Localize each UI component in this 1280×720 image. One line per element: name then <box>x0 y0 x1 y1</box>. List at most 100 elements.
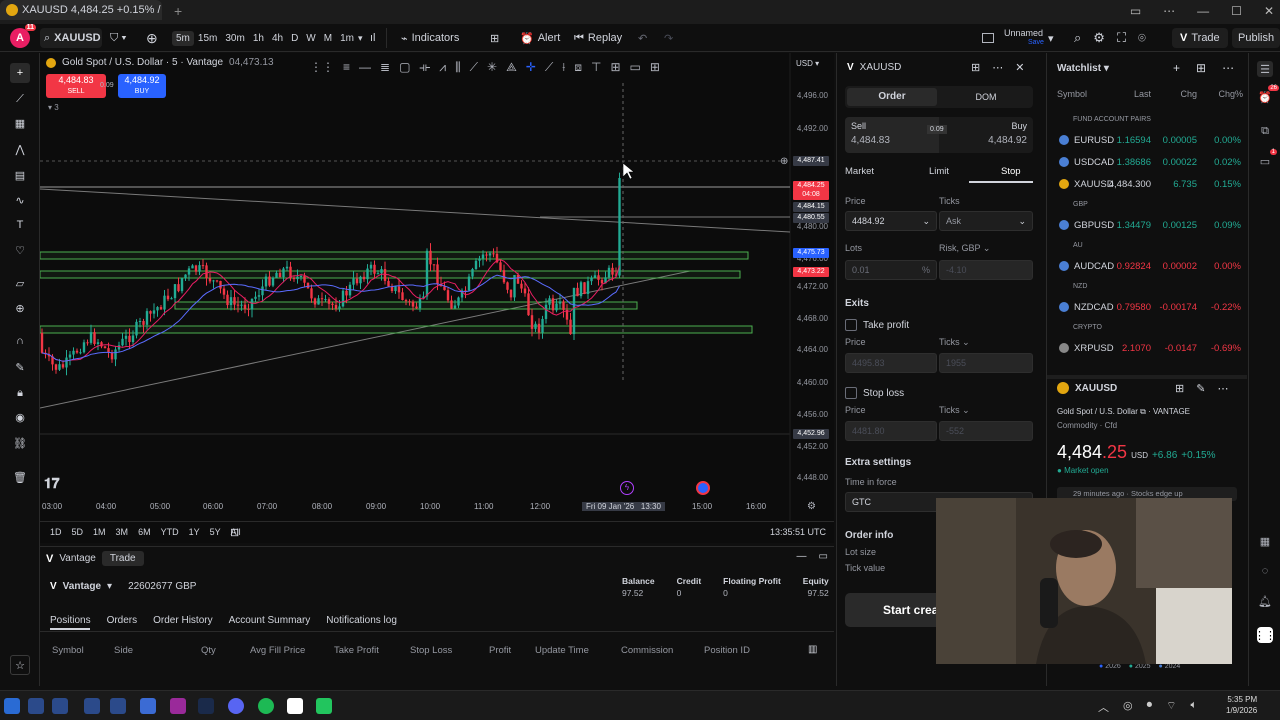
interval-W[interactable]: W <box>302 31 319 46</box>
interval-5m[interactable]: 5m <box>172 30 194 46</box>
toolbar-tool-4-icon[interactable]: ≣ <box>380 60 390 74</box>
calendar-icon[interactable]: ▦ <box>1257 533 1273 549</box>
more-icon[interactable]: ⋯ <box>1163 4 1175 18</box>
layout-switcher-icon[interactable]: ▭ <box>1130 4 1141 18</box>
bar-style-icon[interactable]: ıl <box>370 28 376 48</box>
column-header[interactable]: Profit <box>489 645 511 656</box>
taskbar-app-2-icon[interactable] <box>28 698 44 714</box>
undo-icon[interactable]: ↶ <box>638 28 647 48</box>
watchlist-icon[interactable]: ☰ <box>1257 61 1273 77</box>
watchlist-row[interactable]: AUDCAD 0.92824 0.00002 0.00% <box>1047 257 1247 277</box>
watchlist-section-header[interactable]: NZD <box>1073 283 1087 290</box>
alert-button[interactable]: ⏰ Alert <box>520 28 560 48</box>
fullscreen-icon[interactable]: ⛶ <box>1117 30 1126 46</box>
toolbar-tool-11-icon[interactable]: ⟁ <box>506 60 517 75</box>
watchlist-title[interactable]: Watchlist ▾ <box>1057 63 1109 74</box>
publish-button[interactable]: Publish <box>1232 28 1280 48</box>
risk-label[interactable]: Risk, GBP ⌄ <box>939 243 990 254</box>
close-icon[interactable]: ✕ <box>1015 61 1024 74</box>
economic-event-flag-icon[interactable] <box>696 481 710 495</box>
column-header[interactable]: Commission <box>621 645 673 656</box>
alerts-icon[interactable]: ⏰ 26 <box>1257 85 1279 105</box>
column-header[interactable]: Update Time <box>535 645 589 656</box>
settings-icon[interactable]: ⚙ <box>1093 30 1105 46</box>
tray-app-icon[interactable]: ◎ <box>1123 699 1133 715</box>
add-symbol-icon[interactable]: ⊕ <box>146 28 158 48</box>
detail-layout-icon[interactable]: ⊞ <box>1175 382 1184 395</box>
utc-clock[interactable]: 13:35:51 UTC <box>770 527 826 537</box>
symbol-search[interactable]: ⌕ XAUUSD <box>40 28 102 48</box>
range-3m[interactable]: 3M <box>116 527 129 537</box>
brush-icon[interactable]: ∿ <box>10 190 30 210</box>
column-header[interactable]: Side <box>114 645 133 656</box>
toolbar-tool-13-icon[interactable]: ⟋ <box>545 60 553 75</box>
toolbar-tool-7-icon[interactable]: ⩘ <box>439 60 446 75</box>
wifi-icon[interactable]: ⌔ <box>1166 699 1176 715</box>
panel-tab-order-history[interactable]: Order History <box>153 615 212 626</box>
templates-icon[interactable]: ⊞ <box>490 28 499 48</box>
fib-icon[interactable]: ▦ <box>10 113 30 133</box>
price-chart[interactable] <box>40 53 834 543</box>
column-header[interactable]: Stop Loss <box>410 645 452 656</box>
pencil-lock-icon[interactable]: ✎ <box>10 357 30 377</box>
user-avatar[interactable]: A 11 <box>10 24 36 48</box>
minimize-icon[interactable]: — <box>1197 4 1209 18</box>
range-1d[interactable]: 1D <box>50 527 62 537</box>
grid-tool-icon[interactable]: ▤ <box>10 165 30 185</box>
taskbar-clock[interactable]: 5:35 PM 1/9/2026 <box>1226 694 1257 716</box>
buy-button[interactable]: 4,484.92 BUY <box>118 74 166 98</box>
watchlist-section-header[interactable]: AU <box>1073 242 1083 249</box>
take-profit-checkbox[interactable]: Take profit <box>845 319 909 331</box>
interval-15m[interactable]: 15m <box>194 31 221 46</box>
order-tab[interactable]: Order <box>847 88 937 106</box>
chart-settings-icon[interactable]: ⚙ <box>807 501 816 512</box>
toolbar-tool-9-icon[interactable]: ⟋ <box>470 60 478 75</box>
order-type-limit[interactable]: Limit <box>929 166 949 177</box>
toolbar-tool-3-icon[interactable]: — <box>359 60 371 74</box>
toolbar-tool-1-icon[interactable]: ⋮⋮ <box>310 60 334 74</box>
new-tab-button[interactable]: + <box>174 3 182 19</box>
range-ytd[interactable]: YTD <box>161 527 179 537</box>
maximize-icon[interactable]: ☐ <box>1231 4 1242 18</box>
trend-line-icon[interactable]: ⟋ <box>10 89 30 109</box>
zoom-icon[interactable]: ⊕ <box>10 298 30 318</box>
maximize-panel-icon[interactable]: ▭ <box>819 551 828 562</box>
taskbar-app-7-icon[interactable] <box>170 698 186 714</box>
trash-icon[interactable]: 🗑︎ <box>10 467 30 487</box>
taskbar-app-6-icon[interactable] <box>140 698 156 714</box>
column-header[interactable]: Position ID <box>704 645 750 656</box>
lock-icon[interactable]: 🔒︎ <box>10 383 30 403</box>
interval-M[interactable]: M <box>320 31 336 46</box>
toolbar-tool-10-icon[interactable]: ✳ <box>487 60 497 74</box>
ticks-select[interactable]: Ask ⌄ <box>939 211 1033 231</box>
tradingview-taskbar-icon[interactable] <box>287 698 303 714</box>
more-icon[interactable]: ⋯ <box>1217 382 1228 395</box>
zone-rectangle[interactable] <box>40 251 749 260</box>
watchlist-layout-icon[interactable]: ⊞ <box>1196 61 1206 75</box>
stop-loss-checkbox[interactable]: Stop loss <box>845 387 904 399</box>
taskbar-app-5-icon[interactable] <box>110 698 126 714</box>
watchlist-row[interactable]: USDCAD 1.38686 0.00022 0.02% <box>1047 153 1247 173</box>
redo-icon[interactable]: ↷ <box>664 28 673 48</box>
sl-ticks-label[interactable]: Ticks ⌄ <box>939 405 970 416</box>
discord-icon[interactable] <box>228 698 244 714</box>
currency-selector[interactable]: USD ▾ <box>796 59 819 68</box>
column-header[interactable]: Symbol <box>52 645 84 656</box>
watchlist-row[interactable]: XAUUSD 4,484.300 6.735 0.15% <box>1047 175 1247 195</box>
pattern-icon[interactable]: ⋀ <box>10 139 30 159</box>
watchlist-row[interactable]: EURUSD 1.16594 0.00005 0.00% <box>1047 131 1247 151</box>
toolbar-tool-2-icon[interactable]: ≡ <box>343 60 350 74</box>
price-input[interactable]: 4484.92 ⌄ <box>845 211 937 231</box>
interval-30m[interactable]: 30m <box>221 31 248 46</box>
range-5d[interactable]: 5D <box>72 527 84 537</box>
spotify-icon[interactable] <box>258 698 274 714</box>
toolbar-tool-12-icon[interactable]: ✛ <box>526 60 536 74</box>
order-type-market[interactable]: Market <box>845 166 874 177</box>
tp-price-input[interactable]: 4495.83 <box>845 353 937 373</box>
notifications-icon[interactable]: 🔔︎ <box>1257 593 1273 609</box>
watchlist-row[interactable]: GBPUSD 1.34479 0.00125 0.09% <box>1047 216 1247 236</box>
panel-tab-positions[interactable]: Positions <box>50 615 91 626</box>
toolbar-tool-14-icon[interactable]: ⟊ <box>562 60 565 75</box>
taskbar-app-12-icon[interactable] <box>316 698 332 714</box>
event-flash-icon[interactable]: ϟ <box>620 481 634 495</box>
